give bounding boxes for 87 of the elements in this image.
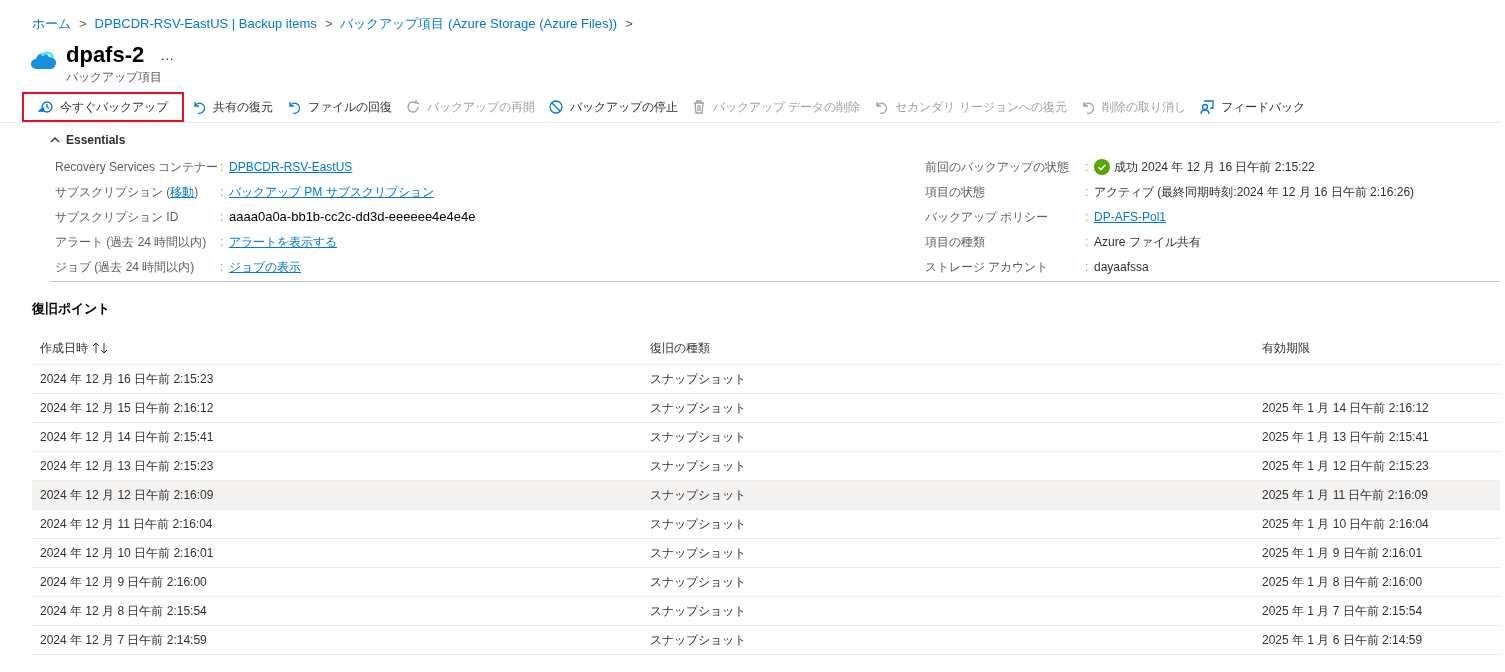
column-header[interactable]: 作成日時 — [32, 339, 642, 357]
breadcrumb-link[interactable]: バックアップ項目 (Azure Storage (Azure Files)) — [340, 14, 618, 34]
column-header[interactable]: 復旧の種類 — [642, 339, 1254, 357]
table-cell-text: 2024 年 12 月 9 日午前 2:16:00 — [39, 573, 208, 591]
toolbar-button[interactable]: 共有の復元 — [185, 91, 279, 122]
separator: : — [220, 158, 225, 176]
table-cell-text: 2024 年 12 月 12 日午前 2:16:09 — [39, 486, 215, 504]
breadcrumb-separator: > — [324, 15, 333, 34]
table-cell-text: 2024 年 12 月 13 日午前 2:15:23 — [39, 457, 215, 475]
separator: : — [220, 183, 225, 201]
feedback-icon — [1198, 98, 1215, 115]
page-subtitle: バックアップ項目 — [66, 69, 163, 86]
refresh-icon — [405, 98, 421, 115]
backup-clock-icon — [38, 98, 54, 115]
field-label: アラート (過去 24 時間以内) — [55, 234, 207, 249]
separator: : — [1085, 258, 1090, 276]
column-header[interactable]: 有効期限 — [1254, 339, 1500, 357]
field-value-link[interactable]: バックアップ PM サブスクリプション — [229, 182, 434, 201]
table-cell-text: スナップショット — [649, 457, 747, 475]
separator: : — [220, 208, 225, 226]
breadcrumb-link[interactable]: ホーム — [32, 14, 71, 34]
field-label: ストレージ アカウント — [925, 259, 1049, 274]
field-label: Recovery Services コンテナー — [55, 159, 219, 174]
field-label: サブスクリプション ID — [55, 209, 179, 224]
field-label: 項目の状態 — [925, 184, 985, 199]
field-label: 前回のバックアップの状態 — [925, 159, 1069, 174]
page-title: dpafs-2 — [66, 42, 145, 68]
table-row[interactable]: 2024 年 12 月 12 日午前 2:16:09 スナップショット 2025 年 1 月 11 日午前 2:16:09 — [32, 480, 1500, 510]
stop-icon — [548, 98, 564, 115]
separator: : — [1085, 183, 1090, 201]
table-cell-text: スナップショット — [649, 399, 747, 417]
table-cell-text: スナップショット — [649, 370, 747, 388]
table-cell-text: スナップショット — [649, 486, 747, 504]
field-value: aaaa0a0a-bb1b-cc2c-dd3d-eeeeee4e4e4e — [229, 207, 476, 226]
separator: : — [1085, 158, 1090, 176]
table-cell-text: スナップショット — [649, 631, 747, 649]
table-cell-text: 2024 年 12 月 11 日午前 2:16:04 — [39, 515, 214, 533]
toolbar-button[interactable]: フィードバック — [1192, 91, 1311, 122]
table-cell-text: 2024 年 12 月 15 日午前 2:16:12 — [39, 399, 215, 417]
field-value-link[interactable]: DPBCDR-RSV-EastUS — [229, 157, 353, 176]
separator: : — [1085, 233, 1090, 251]
table-cell-text: 2025 年 1 月 10 日午前 2:16:04 — [1261, 515, 1430, 533]
field-value: 成功 2024 年 12 月 16 日午前 2:15:22 — [1114, 158, 1315, 176]
table-cell-text: 2024 年 12 月 8 日午前 2:15:54 — [39, 602, 208, 620]
field-label: サブスクリプション (移動) — [55, 184, 199, 199]
table-cell-text: 2025 年 1 月 9 日午前 2:16:01 — [1261, 544, 1424, 562]
table-cell-text: 2024 年 12 月 16 日午前 2:15:23 — [39, 370, 215, 388]
chevron-icon — [50, 135, 60, 145]
table-cell-text: 2025 年 1 月 8 日午前 2:16:00 — [1261, 573, 1424, 591]
separator: : — [1085, 208, 1090, 226]
field-label: ジョブ (過去 24 時間以内) — [55, 259, 195, 274]
field-value-link[interactable]: アラートを表示する — [229, 232, 337, 251]
field-value-link[interactable]: ジョブの表示 — [229, 257, 301, 276]
section-title: 復旧ポイント — [32, 300, 111, 318]
table-cell-text: 2025 年 1 月 13 日午前 2:15:41 — [1261, 428, 1430, 446]
table-cell-text: スナップショット — [649, 602, 747, 620]
table-cell-text: スナップショット — [649, 428, 747, 446]
table-cell-text: 2025 年 1 月 12 日午前 2:15:23 — [1261, 457, 1430, 475]
breadcrumb-link[interactable]: DPBCDR-RSV-EastUS | Backup items — [94, 14, 317, 34]
trash-icon — [691, 98, 707, 115]
move-link[interactable]: 移動 — [170, 184, 195, 199]
table-cell-text: 2025 年 1 月 7 日午前 2:15:54 — [1261, 602, 1424, 620]
field-value-link[interactable]: DP-AFS-Pol1 — [1094, 207, 1167, 226]
separator: : — [220, 233, 225, 251]
table-cell-text: 2025 年 1 月 14 日午前 2:16:12 — [1261, 399, 1430, 417]
table-cell-text: スナップショット — [649, 515, 747, 533]
table-cell-text: 2024 年 12 月 10 日午前 2:16:01 — [39, 544, 215, 562]
sort-icon — [92, 342, 108, 354]
table-cell-text: 2024 年 12 月 7 日午前 2:14:59 — [39, 631, 208, 649]
toolbar-button[interactable]: バックアップの停止 — [542, 91, 684, 122]
field-value: dayaafssa — [1094, 258, 1149, 276]
table-cell-text: 2025 年 1 月 6 日午前 2:14:59 — [1261, 631, 1424, 649]
field-value: アクティブ (最終同期時刻:2024 年 12 月 16 日午前 2:16:26) — [1094, 183, 1415, 201]
field-value: Azure ファイル共有 — [1094, 233, 1201, 251]
breadcrumb-separator: > — [79, 15, 87, 34]
separator: : — [220, 258, 225, 276]
toolbar-button[interactable]: ファイルの回復 — [280, 91, 398, 122]
essentials-toggle[interactable]: Essentials — [50, 127, 126, 153]
table-cell-text: スナップショット — [649, 544, 747, 562]
field-label: バックアップ ポリシー — [925, 209, 1049, 224]
table-cell-text: 2025 年 1 月 11 日午前 2:16:09 — [1261, 486, 1429, 504]
more-button[interactable]: … — [160, 48, 175, 62]
table-cell-text: 2024 年 12 月 14 日午前 2:15:41 — [39, 428, 215, 446]
breadcrumb-separator: > — [625, 15, 633, 34]
field-label: 項目の種類 — [925, 234, 985, 249]
toolbar-button[interactable]: 今すぐバックアップ — [22, 91, 184, 122]
table-cell-text: スナップショット — [649, 573, 747, 591]
